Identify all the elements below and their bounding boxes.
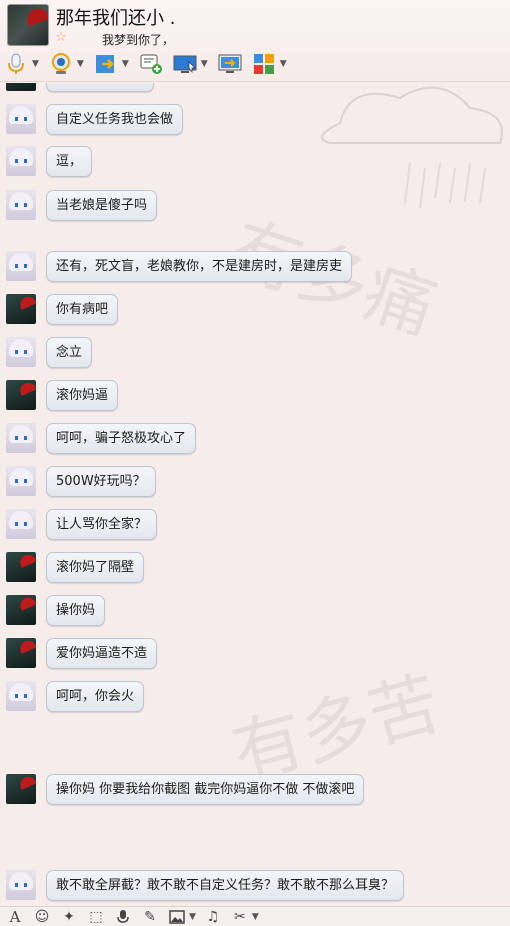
- avatar[interactable]: [6, 638, 36, 668]
- apps-button[interactable]: ▼: [252, 50, 287, 78]
- avatar[interactable]: [6, 423, 36, 453]
- new-message-icon: [140, 54, 162, 74]
- message-row: 爱你妈逼造不造: [6, 637, 158, 669]
- chevron-down-icon[interactable]: ▼: [77, 59, 84, 69]
- message-row: 还有，死文盲，老娘教你，不是建房时，是建房吏: [6, 250, 353, 282]
- remote-assist-button[interactable]: ▼: [173, 50, 208, 78]
- avatar[interactable]: [6, 552, 36, 582]
- avatar[interactable]: [6, 774, 36, 804]
- chevron-down-icon[interactable]: ▼: [189, 912, 196, 922]
- avatar[interactable]: [6, 681, 36, 711]
- music-icon[interactable]: ♫: [204, 908, 222, 926]
- message-bubble[interactable]: 还有，死文盲，老娘教你，不是建房时，是建房吏: [46, 250, 353, 282]
- message-bubble[interactable]: 自定义任务我也会做: [46, 103, 184, 135]
- edit-icon[interactable]: ✎: [141, 908, 159, 926]
- create-discussion-button[interactable]: [139, 50, 163, 78]
- message-row: 滚你妈了隔壁: [6, 551, 145, 583]
- message-row: 操你妈 你要我给你截图 截完你妈逼你不做 不做滚吧: [6, 773, 365, 805]
- magic-icon[interactable]: ✦: [60, 908, 78, 926]
- avatar[interactable]: [6, 380, 36, 410]
- message-bubble[interactable]: 你有病吧: [46, 293, 119, 325]
- chat-toolbar: ▼ ▼ ▼ ▼ ▼: [4, 50, 297, 78]
- message-bubble[interactable]: 当老娘是傻子吗: [46, 189, 158, 221]
- message-bubble[interactable]: 滚你妈了隔壁: [46, 551, 145, 583]
- message-bubble[interactable]: 操你妈 你要我给你截图 截完你妈逼你不做 不做滚吧: [46, 773, 365, 805]
- contact-name[interactable]: 那年我们还小 .: [56, 4, 175, 30]
- share-screen-button[interactable]: [218, 50, 242, 78]
- chevron-down-icon[interactable]: ▼: [32, 59, 39, 69]
- chevron-down-icon[interactable]: ▼: [280, 59, 287, 69]
- chevron-down-icon[interactable]: ▼: [122, 59, 129, 69]
- message-bubble[interactable]: 逗，: [46, 145, 93, 177]
- message-row: 敢不敢全屏截？敢不敢不自定义任务？敢不敢不那么耳臭？: [6, 869, 405, 901]
- apps-icon: [253, 54, 274, 74]
- voice-icon[interactable]: [114, 908, 132, 926]
- message-row: 你有病吧: [6, 293, 119, 325]
- contact-avatar[interactable]: [7, 4, 49, 46]
- file-transfer-icon: [95, 55, 114, 73]
- contact-signature: 我梦到你了，: [102, 33, 175, 47]
- image-icon[interactable]: [168, 908, 186, 926]
- message-row: 500W好玩吗？: [6, 465, 156, 497]
- message-row: 让人骂你全家？: [6, 508, 158, 540]
- avatar[interactable]: [6, 294, 36, 324]
- chevron-down-icon[interactable]: ▼: [201, 59, 208, 69]
- star-icon: ☆: [55, 30, 67, 45]
- message-bubble[interactable]: 念立: [46, 336, 93, 368]
- message-row: 操你妈: [6, 594, 106, 626]
- message-row: 呵呵，骗子怒极攻心了: [6, 422, 197, 454]
- message-bubble[interactable]: 爱你妈逼造不造: [46, 637, 158, 669]
- message-row: 呵呵，你会火: [6, 680, 145, 712]
- message-bubble[interactable]: 滚你妈逼: [46, 379, 119, 411]
- avatar[interactable]: [6, 251, 36, 281]
- avatar[interactable]: [6, 190, 36, 220]
- message-bubble[interactable]: [46, 83, 154, 92]
- message-row: 念立: [6, 336, 93, 368]
- font-icon[interactable]: A: [6, 908, 24, 926]
- chat-history[interactable]: 有多痛 有多苦 自定义任务我也会做 逗， 当老娘是傻子吗 还有，死文盲，老娘教你…: [0, 83, 510, 903]
- voice-call-button[interactable]: ▼: [4, 50, 39, 78]
- avatar[interactable]: [6, 83, 36, 91]
- message-bubble[interactable]: 操你妈: [46, 594, 106, 626]
- avatar[interactable]: [6, 104, 36, 134]
- screenshot-icon[interactable]: ⬚: [87, 908, 105, 926]
- message-row: [6, 83, 154, 92]
- chat-header: 那年我们还小 . ☆ 我梦到你了， ▼ ▼ ▼ ▼ ▼: [0, 0, 510, 82]
- screen-share-icon: [218, 54, 242, 73]
- send-file-button[interactable]: ▼: [94, 50, 129, 78]
- message-row: 逗，: [6, 145, 93, 177]
- avatar[interactable]: [6, 870, 36, 900]
- avatar[interactable]: [6, 509, 36, 539]
- avatar[interactable]: [6, 595, 36, 625]
- message-bubble[interactable]: 呵呵，你会火: [46, 680, 145, 712]
- emoji-icon[interactable]: ☺: [33, 908, 51, 926]
- message-row: 自定义任务我也会做: [6, 103, 184, 135]
- chevron-down-icon[interactable]: ▼: [252, 912, 259, 922]
- input-toolbar: A ☺ ✦ ⬚ ✎ ▼ ♫ ✂ ▼: [0, 906, 510, 926]
- video-call-button[interactable]: ▼: [49, 50, 84, 78]
- microphone-icon: [8, 53, 24, 74]
- message-bubble[interactable]: 敢不敢全屏截？敢不敢不自定义任务？敢不敢不那么耳臭？: [46, 869, 405, 901]
- message-row: 滚你妈逼: [6, 379, 119, 411]
- webcam-icon: [51, 53, 70, 74]
- avatar[interactable]: [6, 337, 36, 367]
- message-bubble[interactable]: 500W好玩吗？: [46, 465, 156, 497]
- message-bubble[interactable]: 让人骂你全家？: [46, 508, 158, 540]
- avatar[interactable]: [6, 146, 36, 176]
- scissors-icon[interactable]: ✂: [231, 908, 249, 926]
- message-bubble[interactable]: 呵呵，骗子怒极攻心了: [46, 422, 197, 454]
- avatar[interactable]: [6, 466, 36, 496]
- remote-assist-icon: [173, 55, 197, 74]
- message-row: 当老娘是傻子吗: [6, 189, 158, 221]
